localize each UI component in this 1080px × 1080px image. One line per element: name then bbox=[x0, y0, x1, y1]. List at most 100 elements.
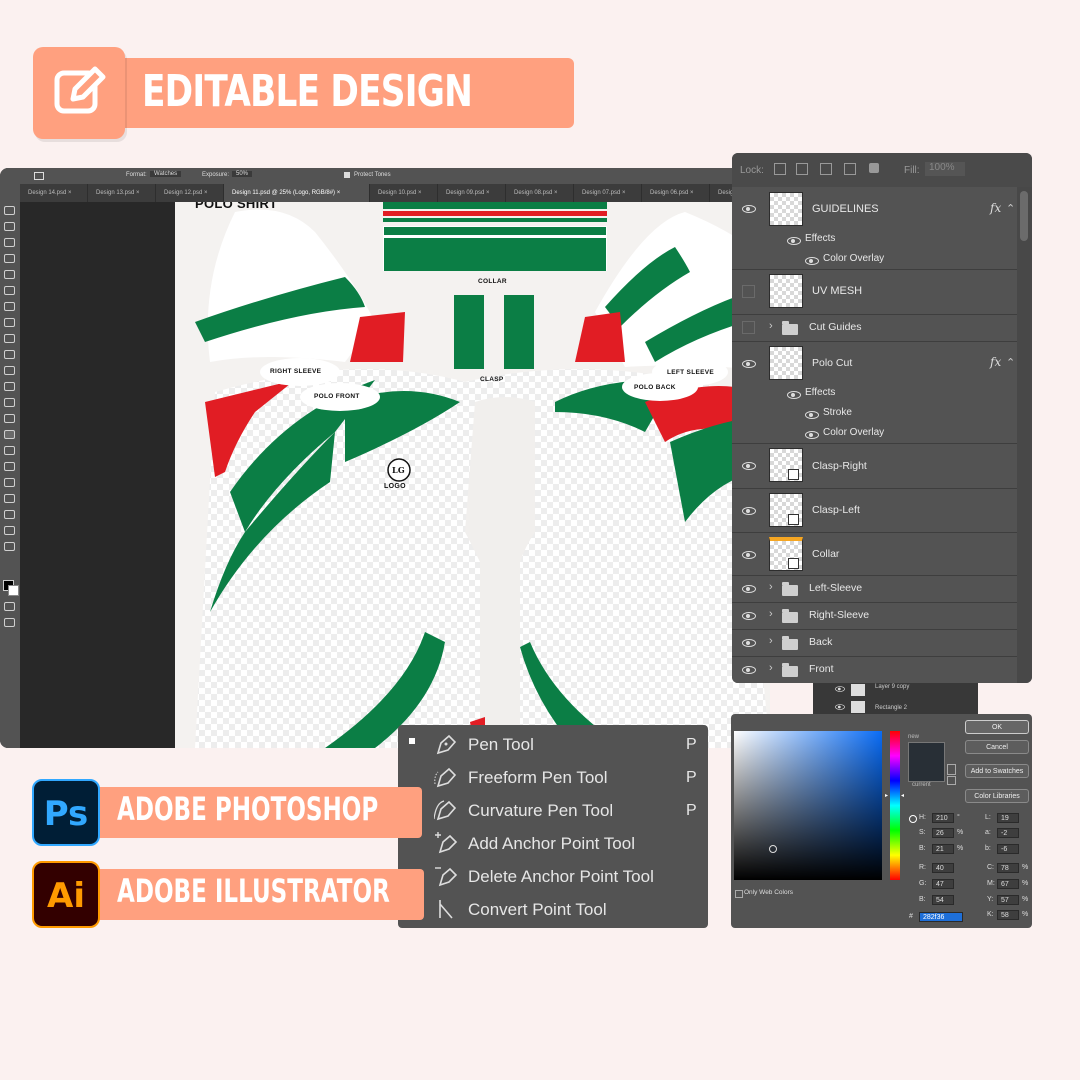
hex-field[interactable]: 282f36 bbox=[919, 912, 963, 922]
fx-icon[interactable]: fx bbox=[990, 201, 1001, 215]
tab-document[interactable]: Design 12.psd × bbox=[156, 184, 224, 202]
tab-document[interactable]: Design 07.psd × bbox=[574, 184, 642, 202]
brush-tool-icon[interactable] bbox=[4, 334, 15, 343]
ok-button[interactable]: OK bbox=[965, 720, 1029, 734]
menu-item-curvature-pen[interactable]: Curvature Pen Tool P bbox=[398, 794, 708, 826]
cube-warning-icon[interactable] bbox=[947, 764, 956, 775]
type-tool-icon[interactable] bbox=[4, 462, 15, 471]
layers-scrollbar[interactable] bbox=[1017, 187, 1032, 683]
path-select-icon[interactable] bbox=[4, 478, 15, 487]
background-color-swatch[interactable] bbox=[8, 585, 19, 596]
visibility-eye-icon[interactable] bbox=[742, 507, 756, 515]
menu-item-add-anchor[interactable]: Add Anchor Point Tool bbox=[398, 827, 708, 859]
visibility-eye-icon[interactable] bbox=[742, 666, 756, 674]
eyedropper-tool-icon[interactable] bbox=[4, 302, 15, 311]
effect-eye-icon[interactable] bbox=[805, 257, 819, 265]
lab-l-field[interactable]: 19 bbox=[997, 813, 1019, 823]
visibility-eye-icon[interactable] bbox=[742, 462, 756, 470]
history-brush-icon[interactable] bbox=[4, 366, 15, 375]
document-canvas[interactable]: POLO SHIRT COLLAR CLASP RIGHT SLEEVE LEF… bbox=[175, 202, 770, 748]
yellow-field[interactable]: 57 bbox=[997, 895, 1019, 905]
effects-eye-icon[interactable] bbox=[787, 237, 801, 245]
lock-artboard-icon[interactable] bbox=[844, 163, 856, 175]
hue-field[interactable]: 210 bbox=[932, 813, 954, 823]
layer-group-row[interactable]: › Right-Sleeve bbox=[732, 603, 1017, 630]
visibility-eye-icon[interactable] bbox=[835, 704, 845, 710]
tab-document[interactable]: Design 14.psd × bbox=[20, 184, 88, 202]
move-tool-icon[interactable] bbox=[4, 206, 15, 215]
layer-row[interactable]: Collar bbox=[732, 533, 1017, 576]
hue-radio[interactable] bbox=[909, 815, 917, 823]
menu-item-pen-tool[interactable]: Pen Tool P bbox=[398, 728, 708, 760]
lock-position-icon[interactable] bbox=[820, 163, 832, 175]
black-field[interactable]: 58 bbox=[997, 910, 1019, 920]
more-tools-icon[interactable] bbox=[4, 542, 15, 551]
layer-group-row[interactable]: › Back bbox=[732, 630, 1017, 657]
chevron-right-icon[interactable]: › bbox=[769, 581, 773, 593]
lab-a-field[interactable]: -2 bbox=[997, 828, 1019, 838]
lock-all-icon[interactable] bbox=[869, 163, 879, 173]
layer-row[interactable]: Polo Cut fx ⌃ Effects Stroke Color Overl… bbox=[732, 342, 1017, 444]
effect-eye-icon[interactable] bbox=[805, 411, 819, 419]
chevron-right-icon[interactable]: › bbox=[769, 662, 773, 674]
format-select[interactable]: Watches bbox=[150, 171, 182, 177]
visibility-eye-icon[interactable] bbox=[742, 612, 756, 620]
quick-select-tool-icon[interactable] bbox=[4, 254, 15, 263]
color-field-marker[interactable] bbox=[769, 845, 777, 853]
tab-document[interactable]: Design 10.psd × bbox=[370, 184, 438, 202]
layer-group-row[interactable]: › Cut Guides bbox=[732, 315, 1017, 342]
lock-transparent-icon[interactable] bbox=[774, 163, 786, 175]
screen-mode-icon[interactable] bbox=[4, 618, 15, 627]
color-libraries-button[interactable]: Color Libraries bbox=[965, 789, 1029, 803]
chevron-right-icon[interactable]: › bbox=[769, 608, 773, 620]
color-field[interactable] bbox=[734, 731, 882, 880]
layer-row[interactable]: Clasp-Right bbox=[732, 444, 1017, 489]
menu-item-convert-point[interactable]: Convert Point Tool bbox=[398, 893, 708, 925]
shape-tool-icon[interactable] bbox=[4, 494, 15, 503]
layer-group-row[interactable]: › Left-Sleeve bbox=[732, 576, 1017, 603]
chevron-up-icon[interactable]: ⌃ bbox=[1006, 202, 1015, 215]
layer-row[interactable]: GUIDELINES fx ⌃ Effects Color Overlay bbox=[732, 187, 1017, 270]
dodge-tool-icon[interactable] bbox=[4, 430, 15, 439]
tab-document[interactable]: Design 13.psd × bbox=[88, 184, 156, 202]
menu-item-delete-anchor[interactable]: Delete Anchor Point Tool bbox=[398, 860, 708, 892]
stamp-tool-icon[interactable] bbox=[4, 350, 15, 359]
healing-tool-icon[interactable] bbox=[4, 318, 15, 327]
exposure-input[interactable]: 50% bbox=[232, 171, 253, 177]
hue-slider-right-arrow[interactable]: ◂ bbox=[901, 792, 904, 799]
hand-tool-icon[interactable] bbox=[4, 510, 15, 519]
fx-icon[interactable]: fx bbox=[990, 355, 1001, 369]
effects-eye-icon[interactable] bbox=[787, 391, 801, 399]
eraser-tool-icon[interactable] bbox=[4, 382, 15, 391]
visibility-eye-icon[interactable] bbox=[835, 686, 845, 692]
visibility-eye-icon[interactable] bbox=[742, 360, 756, 368]
chevron-right-icon[interactable]: › bbox=[769, 635, 773, 647]
scroll-thumb[interactable] bbox=[1020, 191, 1028, 241]
visibility-eye-icon[interactable] bbox=[742, 551, 756, 559]
blue-field[interactable]: 54 bbox=[932, 895, 954, 905]
crop-tool-icon[interactable] bbox=[4, 270, 15, 279]
layer-group-row[interactable]: › Front bbox=[732, 657, 1017, 683]
cancel-button[interactable]: Cancel bbox=[965, 740, 1029, 754]
web-safe-icon[interactable] bbox=[947, 776, 956, 785]
visibility-eye-icon[interactable] bbox=[742, 639, 756, 647]
tab-document[interactable]: Design 06.psd × bbox=[642, 184, 710, 202]
marquee-tool-icon[interactable] bbox=[4, 222, 15, 231]
fill-input[interactable]: 100% bbox=[925, 162, 965, 176]
frame-tool-icon[interactable] bbox=[4, 286, 15, 295]
chevron-up-icon[interactable]: ⌃ bbox=[1006, 356, 1015, 369]
chevron-right-icon[interactable]: › bbox=[769, 320, 773, 332]
layer-row[interactable]: Clasp-Left bbox=[732, 489, 1017, 533]
tab-document[interactable]: Design 09.psd × bbox=[438, 184, 506, 202]
effect-eye-icon[interactable] bbox=[805, 431, 819, 439]
quick-mask-icon[interactable] bbox=[4, 602, 15, 611]
visibility-toggle[interactable] bbox=[742, 285, 755, 298]
visibility-eye-icon[interactable] bbox=[742, 585, 756, 593]
hue-slider-left-arrow[interactable]: ▸ bbox=[885, 792, 888, 799]
tab-document-active[interactable]: Design 11.psd @ 25% (Logo, RGB/8#) × bbox=[224, 184, 370, 202]
menu-item-freeform-pen[interactable]: Freeform Pen Tool P bbox=[398, 761, 708, 793]
tab-document[interactable]: Design 08.psd × bbox=[506, 184, 574, 202]
red-field[interactable]: 40 bbox=[932, 863, 954, 873]
add-to-swatches-button[interactable]: Add to Swatches bbox=[965, 764, 1029, 778]
visibility-toggle[interactable] bbox=[742, 321, 755, 334]
